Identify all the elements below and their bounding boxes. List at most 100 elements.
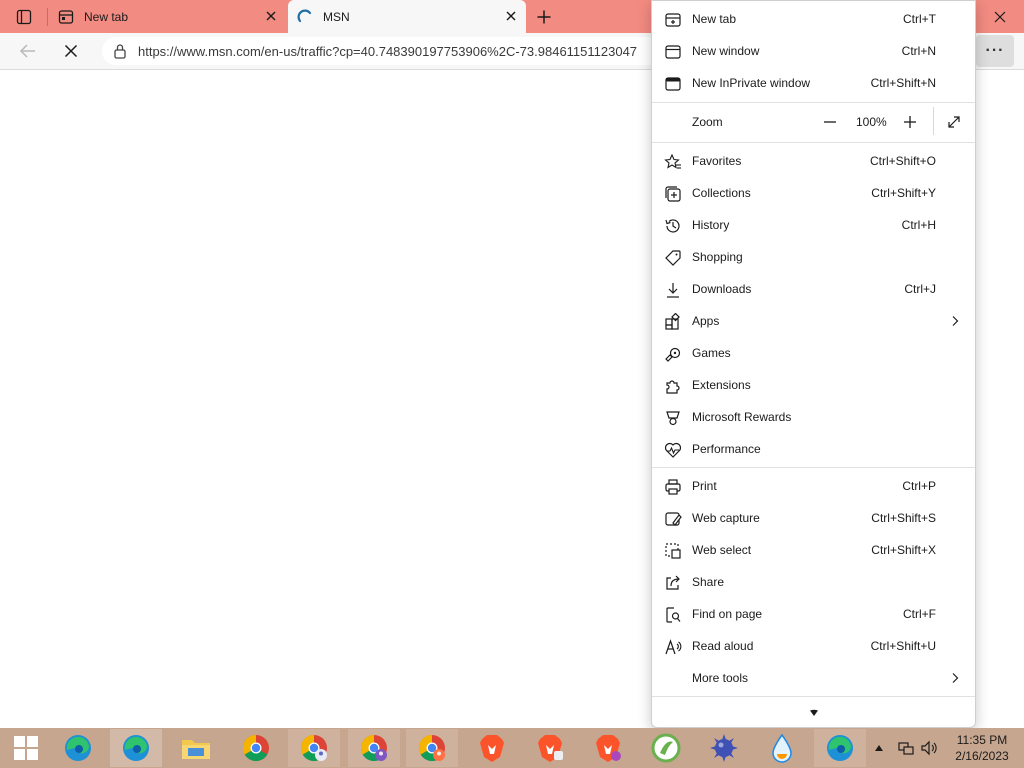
menu-item-apps[interactable]: Apps: [652, 305, 975, 337]
zoom-out-button[interactable]: [822, 105, 838, 139]
new-tab-page-icon: [58, 10, 74, 24]
lock-icon[interactable]: [102, 43, 138, 59]
menu-divider: [652, 467, 975, 468]
taskbar-file-explorer[interactable]: [170, 729, 222, 767]
settings-and-more-button[interactable]: ···: [976, 35, 1014, 67]
system-clock[interactable]: 11:35 PM 2/16/2023: [944, 732, 1020, 764]
menu-item-share[interactable]: Share: [652, 566, 975, 598]
tab-msn[interactable]: MSN: [288, 0, 526, 33]
taskbar-app-mace[interactable]: [698, 729, 750, 767]
window-close-button[interactable]: [976, 0, 1024, 33]
menu-item-find-on-page[interactable]: Find on page Ctrl+F: [652, 598, 975, 630]
taskbar-brave-3[interactable]: [582, 729, 634, 767]
extensions-icon: [666, 380, 680, 394]
menu-item-collections[interactable]: Collections Ctrl+Shift+Y: [652, 177, 975, 209]
tab-title: MSN: [323, 9, 350, 24]
new-tab-button[interactable]: [530, 4, 558, 30]
taskbar-edge[interactable]: [52, 729, 104, 767]
menu-item-label: Games: [692, 346, 731, 360]
taskbar-chrome-profile-2[interactable]: [348, 729, 400, 767]
close-icon: [994, 11, 1006, 22]
menu-item-label: Favorites: [692, 154, 742, 168]
taskbar-edge-2[interactable]: [814, 729, 866, 767]
performance-icon: [664, 442, 682, 458]
menu-item-read-aloud[interactable]: Read aloud Ctrl+Shift+U: [652, 630, 975, 662]
menu-item-extensions[interactable]: Extensions: [652, 369, 975, 401]
menu-divider: [652, 696, 975, 697]
clock-date: 2/16/2023: [955, 749, 1009, 763]
menu-item-new-inprivate-window[interactable]: New InPrivate window Ctrl+Shift+N: [652, 67, 975, 99]
close-tab-icon[interactable]: [504, 9, 518, 23]
loading-spinner-icon: [297, 9, 312, 23]
menu-item-favorites[interactable]: Favorites Ctrl+Shift+O: [652, 145, 975, 177]
chevron-up-icon: [875, 745, 883, 751]
zoom-label: Zoom: [692, 115, 723, 129]
find-icon: [666, 607, 681, 623]
menu-item-downloads[interactable]: Downloads Ctrl+J: [652, 273, 975, 305]
menu-item-print[interactable]: Print Ctrl+P: [652, 470, 975, 502]
favorites-icon: [664, 153, 681, 169]
menu-item-label: Read aloud: [692, 639, 754, 653]
stop-loading-button[interactable]: [56, 37, 86, 65]
show-hidden-icons[interactable]: [874, 728, 884, 768]
menu-item-history[interactable]: History Ctrl+H: [652, 209, 975, 241]
full-screen-button[interactable]: [946, 105, 962, 139]
menu-item-label: Web select: [692, 543, 752, 557]
url-text: https://www.msn.com/en-us/traffic?cp=40.…: [138, 43, 638, 59]
menu-item-label: Web capture: [692, 511, 760, 525]
menu-expand-button[interactable]: [652, 699, 975, 727]
chevron-right-icon: [952, 673, 959, 683]
menu-item-shortcut: Ctrl+Shift+Y: [871, 186, 936, 200]
games-icon: [665, 347, 681, 362]
menu-item-label: Microsoft Rewards: [692, 410, 792, 424]
taskbar-chrome-profile-3[interactable]: [406, 729, 458, 767]
more-dots-icon: ···: [985, 42, 1005, 59]
menu-item-shortcut: Ctrl+N: [901, 44, 936, 58]
new-window-icon: [665, 45, 681, 59]
taskbar-app-drop[interactable]: [756, 729, 808, 767]
tab-separator: [47, 8, 48, 26]
taskbar-brave-1[interactable]: [466, 729, 518, 767]
taskbar: 11:35 PM 2/16/2023: [0, 728, 1024, 768]
taskbar-brave-2[interactable]: [524, 729, 576, 767]
menu-item-new-window[interactable]: New window Ctrl+N: [652, 35, 975, 67]
taskbar-app-green[interactable]: [640, 729, 692, 767]
address-bar[interactable]: https://www.msn.com/en-us/traffic?cp=40.…: [102, 37, 662, 65]
menu-item-shortcut: Ctrl+Shift+U: [870, 639, 936, 653]
chrome-profile-icon: [360, 734, 387, 762]
brave-icon: [596, 735, 621, 762]
tab-actions-button[interactable]: [6, 4, 42, 30]
menu-item-shortcut: Ctrl+Shift+X: [871, 543, 936, 557]
menu-item-shortcut: Ctrl+T: [903, 12, 936, 26]
menu-item-new-tab[interactable]: New tab Ctrl+T: [652, 3, 975, 35]
new-tab-icon: [665, 13, 681, 27]
zoom-in-button[interactable]: [902, 105, 918, 139]
edge-icon: [827, 735, 853, 761]
network-status[interactable]: [898, 728, 914, 768]
apps-icon: [665, 313, 680, 330]
start-button[interactable]: [0, 729, 52, 767]
menu-divider: [652, 102, 975, 103]
menu-item-web-select[interactable]: Web select Ctrl+Shift+X: [652, 534, 975, 566]
folder-icon: [182, 740, 210, 759]
tab-new-tab[interactable]: New tab: [50, 0, 286, 33]
download-icon: [667, 283, 679, 298]
tab-actions-icon: [16, 9, 32, 25]
menu-item-shopping[interactable]: Shopping: [652, 241, 975, 273]
taskbar-chrome[interactable]: [230, 729, 282, 767]
menu-item-games[interactable]: Games: [652, 337, 975, 369]
menu-item-web-capture[interactable]: Web capture Ctrl+Shift+S: [652, 502, 975, 534]
back-button[interactable]: [13, 37, 43, 65]
volume-control[interactable]: [920, 728, 938, 768]
taskbar-edge-active[interactable]: [110, 729, 162, 767]
menu-item-label: New InPrivate window: [692, 76, 811, 90]
menu-item-microsoft-rewards[interactable]: Microsoft Rewards: [652, 401, 975, 433]
menu-item-more-tools[interactable]: More tools: [652, 662, 975, 694]
taskbar-chrome-profile-1[interactable]: [288, 729, 340, 767]
menu-item-performance[interactable]: Performance: [652, 433, 975, 465]
menu-item-label: Share: [692, 575, 725, 589]
menu-item-label: More tools: [692, 671, 749, 685]
close-tab-icon[interactable]: [264, 9, 278, 23]
menu-item-label: Downloads: [692, 282, 752, 296]
settings-menu: New tab Ctrl+T New window Ctrl+N New InP…: [651, 0, 976, 728]
